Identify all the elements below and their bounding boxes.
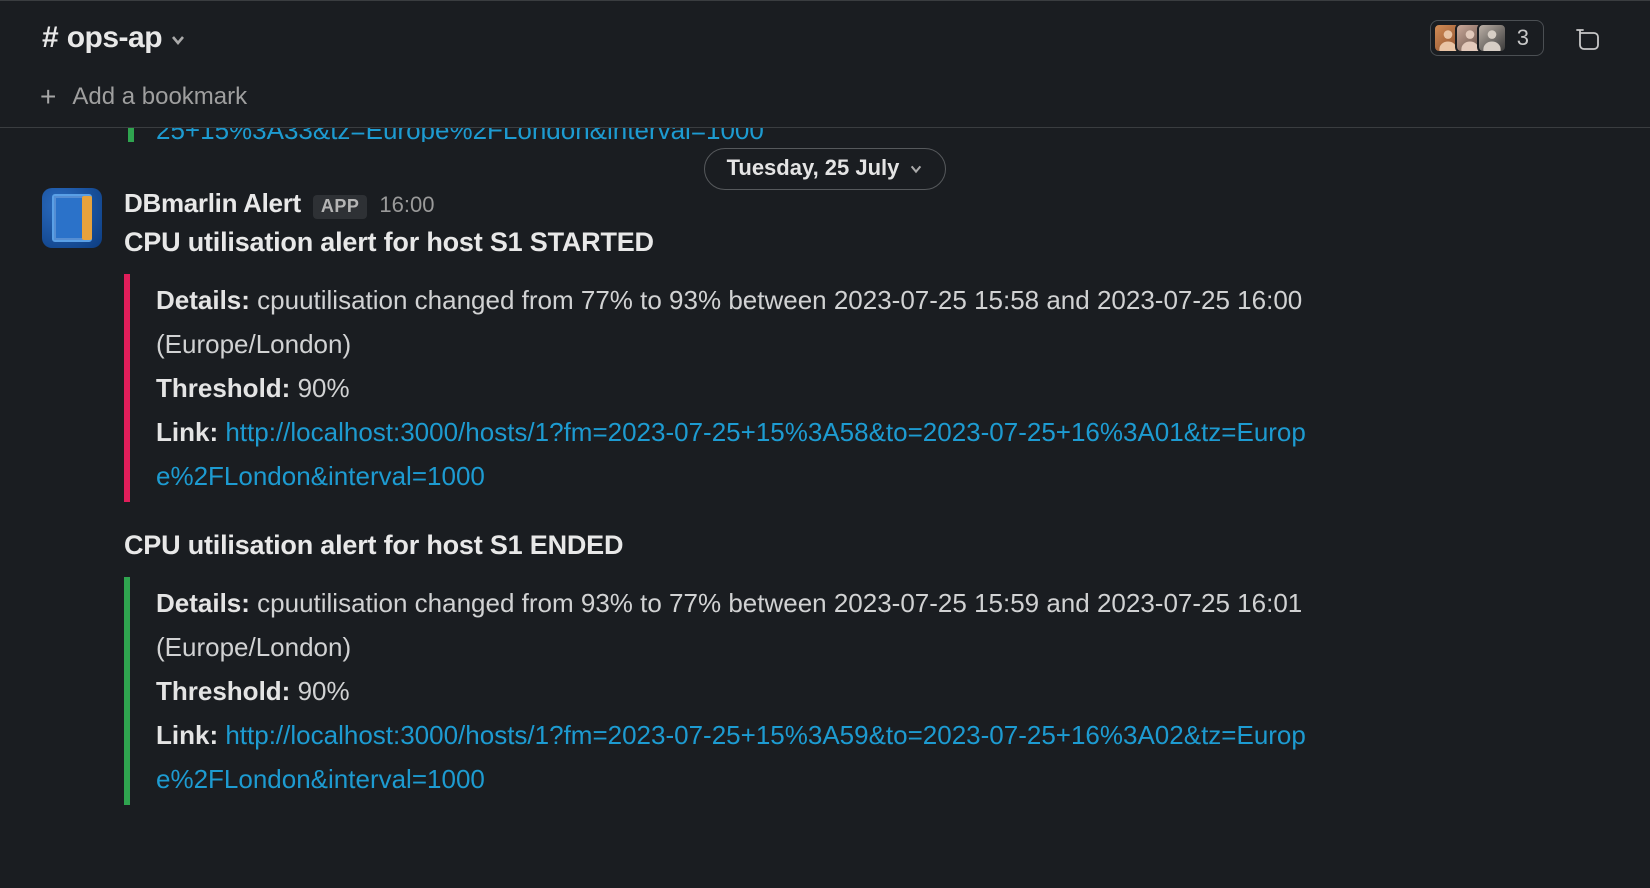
alert-title: CPU utilisation alert for host S1 ENDED <box>124 530 1608 561</box>
field-label: Details: <box>156 588 250 618</box>
channel-header: # ops-ap 3 <box>0 1 1650 77</box>
header-actions: 3 <box>1430 19 1608 57</box>
alert-link[interactable]: http://localhost:3000/hosts/1?fm=2023-07… <box>156 720 1306 794</box>
message-author[interactable]: DBmarlin Alert <box>124 188 301 219</box>
field-value: 90% <box>290 676 349 706</box>
message-timestamp[interactable]: 16:00 <box>379 192 434 218</box>
channel-name: ops-ap <box>67 21 162 55</box>
member-count: 3 <box>1517 25 1529 51</box>
plus-icon: + <box>40 83 56 111</box>
alert-title: CPU utilisation alert for host S1 STARTE… <box>124 227 1608 258</box>
app-avatar[interactable] <box>42 188 102 248</box>
member-avatars <box>1433 23 1507 53</box>
alert-link[interactable]: http://localhost:3000/hosts/1?fm=2023-07… <box>156 417 1306 491</box>
field-label: Details: <box>156 285 250 315</box>
field-value: 90% <box>290 373 349 403</box>
hash-icon: # <box>42 21 59 55</box>
message-list: 25+15%3A33&tz=Europe%2FLondon&interval=1… <box>0 128 1650 839</box>
field-value: cpuutilisation changed from 93% to 77% b… <box>156 588 1302 662</box>
new-canvas-icon <box>1574 23 1604 53</box>
message-body: DBmarlin Alert APP 16:00 CPU utilisation… <box>124 188 1608 833</box>
date-label: Tuesday, 25 July <box>727 155 900 181</box>
field-label: Threshold: <box>156 676 290 706</box>
field-label: Link: <box>156 417 218 447</box>
field-value: cpuutilisation changed from 77% to 93% b… <box>156 285 1302 359</box>
member-list-button[interactable]: 3 <box>1430 20 1544 56</box>
message: DBmarlin Alert APP 16:00 CPU utilisation… <box>42 188 1608 833</box>
chevron-down-icon <box>909 162 923 176</box>
chevron-down-icon <box>170 32 186 48</box>
field-label: Link: <box>156 720 218 750</box>
new-canvas-button[interactable] <box>1570 19 1608 57</box>
attachment-ended: Details: cpuutilisation changed from 93%… <box>124 577 1324 805</box>
channel-title-button[interactable]: # ops-ap <box>42 21 186 55</box>
message-header: DBmarlin Alert APP 16:00 <box>124 188 1608 219</box>
bookmark-bar: + Add a bookmark <box>0 77 1650 128</box>
attachment-started: Details: cpuutilisation changed from 77%… <box>124 274 1324 502</box>
message-link[interactable]: 25+15%3A33&tz=Europe%2FLondon&interval=1… <box>156 128 764 142</box>
field-label: Threshold: <box>156 373 290 403</box>
app-badge: APP <box>313 195 368 219</box>
add-bookmark-button[interactable]: Add a bookmark <box>72 83 247 111</box>
date-jump-button[interactable]: Tuesday, 25 July <box>704 148 947 190</box>
previous-message-fragment: 25+15%3A33&tz=Europe%2FLondon&interval=1… <box>128 128 1228 142</box>
avatar <box>1477 23 1507 53</box>
date-divider: Tuesday, 25 July <box>0 148 1650 190</box>
